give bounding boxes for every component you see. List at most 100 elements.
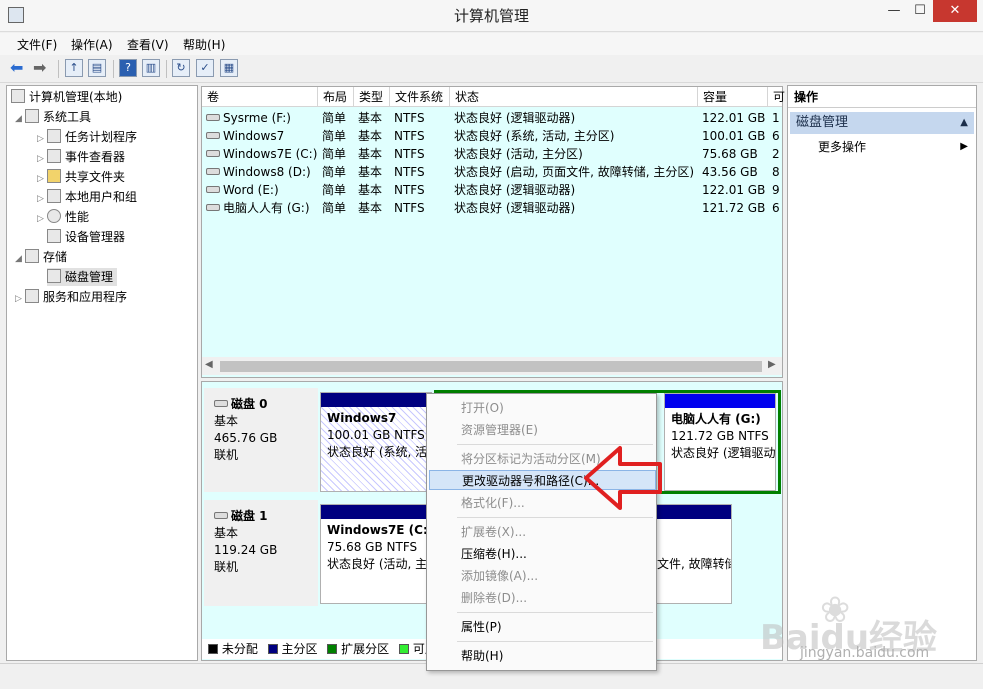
refresh-icon[interactable]: ↻ — [172, 59, 190, 77]
menu-view[interactable]: 查看(V) — [127, 36, 169, 54]
menu-item-explorer[interactable]: 资源管理器(E) — [427, 420, 656, 440]
collapse-icon[interactable]: ▲ — [960, 112, 968, 134]
forward-icon[interactable]: ➡ — [33, 60, 51, 76]
menu-item-extend-volume[interactable]: 扩展卷(X)... — [427, 522, 656, 542]
collapsed-arrow-icon[interactable]: ▷ — [37, 210, 47, 228]
close-button[interactable]: ✕ — [933, 0, 977, 22]
volume-row[interactable]: Windows7 简单 基本 NTFS 状态良好 (系统, 活动, 主分区) 100.01… — [202, 127, 782, 145]
legend-label: 扩展分区 — [341, 642, 390, 656]
menu-item-delete-volume[interactable]: 删除卷(D)... — [427, 588, 656, 608]
cell-type: 基本 — [354, 163, 390, 181]
clock-icon — [47, 129, 61, 143]
menu-help[interactable]: 帮助(H) — [183, 36, 225, 54]
menu-bar: 文件(F) 操作(A) 查看(V) 帮助(H) — [0, 33, 983, 55]
partition-g-drive[interactable]: 电脑人人有 (G:) 121.72 GB NTFS 状态良好 (逻辑驱动 — [664, 393, 776, 491]
window-title: 计算机管理 — [453, 7, 529, 25]
horizontal-scrollbar[interactable]: ◀ ▶ — [202, 357, 782, 375]
volume-row[interactable]: Windows8 (D:) 简单 基本 NTFS 状态良好 (启动, 页面文件, 故障转… — [202, 163, 782, 181]
column-header-status[interactable]: 状态 — [450, 87, 698, 107]
menu-item-shrink-volume[interactable]: 压缩卷(H)... — [427, 544, 656, 564]
cell-free: 9 — [768, 181, 782, 199]
menu-item-help[interactable]: 帮助(H) — [427, 646, 656, 666]
cell-status: 状态良好 (启动, 页面文件, 故障转储, 主分区) — [450, 163, 698, 181]
volume-row[interactable]: Sysrme (F:) 简单 基本 NTFS 状态良好 (逻辑驱动器) 122.01 GB… — [202, 109, 782, 127]
cell-text: 122.01 GB — [702, 111, 766, 125]
scroll-right-icon[interactable]: ▶ — [768, 359, 776, 370]
cell-text: NTFS — [394, 147, 425, 161]
column-header-free[interactable]: 可 — [768, 87, 785, 107]
minimize-button[interactable]: — — [880, 0, 908, 22]
up-folder-icon[interactable]: ↑ — [65, 59, 83, 77]
tree-item-event-viewer[interactable]: ▷ 事件查看器 — [37, 148, 125, 166]
disk-0-label[interactable]: 磁盘 0 基本 465.76 GB 联机 — [204, 388, 318, 492]
actions-section-disk-management[interactable]: 磁盘管理 ▲ — [790, 112, 974, 134]
column-header-filesystem[interactable]: 文件系统 — [390, 87, 450, 107]
cell-filesystem: NTFS — [390, 127, 450, 145]
tree-label: 本地用户和组 — [65, 190, 138, 204]
collapsed-arrow-icon[interactable]: ▷ — [37, 130, 47, 148]
column-header-capacity[interactable]: 容量 — [698, 87, 768, 107]
partition-type-bar — [665, 394, 775, 408]
back-icon[interactable]: ⬅ — [10, 60, 28, 76]
tree-item-performance[interactable]: ▷ 性能 — [37, 208, 89, 226]
menu-item-properties[interactable]: 属性(P) — [427, 617, 656, 637]
cell-text: 121.72 GB — [702, 201, 766, 215]
scrollbar-thumb[interactable] — [220, 361, 762, 372]
volume-row[interactable]: Word (E:) 简单 基本 NTFS 状态良好 (逻辑驱动器) 122.01 GB 9 — [202, 181, 782, 199]
collapsed-arrow-icon[interactable]: ▷ — [37, 150, 47, 168]
partition-windows7[interactable]: Windows7 100.01 GB NTFS 状态良好 (系统, 活 — [320, 392, 432, 492]
tree-item-disk-management[interactable]: 磁盘管理 — [47, 268, 118, 286]
partition-size: 100.01 GB NTFS — [327, 428, 425, 442]
cell-text: NTFS — [394, 165, 425, 179]
menu-item-open[interactable]: 打开(O) — [427, 398, 656, 418]
menu-file[interactable]: 文件(F) — [17, 36, 57, 54]
cell-text: 基本 — [358, 129, 383, 143]
expanded-arrow-icon[interactable]: ◢ — [15, 250, 25, 268]
partition-title: Windows7 — [327, 411, 397, 425]
tree-item-storage[interactable]: ◢ 存储 — [15, 248, 67, 266]
column-header-layout[interactable]: 布局 — [318, 87, 354, 107]
disk-1-label[interactable]: 磁盘 1 基本 119.24 GB 联机 — [204, 500, 318, 606]
tree-item-local-users[interactable]: ▷ 本地用户和组 — [37, 188, 137, 206]
disk-icon[interactable]: ▦ — [220, 59, 238, 77]
tree-item-task-scheduler[interactable]: ▷ 任务计划程序 — [37, 128, 137, 146]
tree-label: 系统工具 — [43, 110, 92, 124]
menu-action[interactable]: 操作(A) — [71, 36, 113, 54]
volume-row[interactable]: 电脑人人有 (G:) 简单 基本 NTFS 状态良好 (逻辑驱动器) 121.72 GB 6 — [202, 199, 782, 217]
cell-text: Windows7E (C:) — [223, 147, 318, 161]
column-header-type[interactable]: 类型 — [354, 87, 390, 107]
drive-icon — [206, 150, 220, 157]
help-icon[interactable]: ? — [119, 59, 137, 77]
collapsed-arrow-icon[interactable]: ▷ — [37, 190, 47, 208]
tree-item-root[interactable]: 计算机管理(本地) — [11, 88, 122, 106]
disk-name: 磁盘 1 — [231, 509, 268, 523]
more-actions-item[interactable]: 更多操作 ▶ — [818, 138, 968, 156]
show-hide-tree-icon[interactable]: ▤ — [88, 59, 106, 77]
cell-text: 状态良好 (逻辑驱动器) — [454, 111, 576, 125]
menu-item-add-mirror[interactable]: 添加镜像(A)... — [427, 566, 656, 586]
cell-text: 8 — [772, 165, 780, 179]
collapsed-arrow-icon[interactable]: ▷ — [15, 290, 25, 308]
toolbar-separator — [58, 60, 59, 78]
show-action-pane-icon[interactable]: ▥ — [142, 59, 160, 77]
collapsed-arrow-icon[interactable]: ▷ — [37, 170, 47, 188]
cell-text: Windows8 (D:) — [223, 165, 311, 179]
partition-c-drive[interactable]: Windows7E (C:) 75.68 GB NTFS 状态良好 (活动, 主 — [320, 504, 432, 604]
scroll-left-icon[interactable]: ◀ — [205, 359, 213, 370]
maximize-button[interactable]: ☐ — [906, 0, 934, 22]
tree-item-services-apps[interactable]: ▷ 服务和应用程序 — [15, 288, 127, 306]
toolbar: ⬅ ➡ ↑ ▤ ? ▥ ↻ ✓ ▦ — [0, 55, 983, 83]
volume-row[interactable]: Windows7E (C:) 简单 基本 NTFS 状态良好 (活动, 主分区) 75.6… — [202, 145, 782, 163]
tree-item-shared-folders[interactable]: ▷ 共享文件夹 — [37, 168, 125, 186]
legend-label: 未分配 — [221, 642, 258, 656]
tree-item-system-tools[interactable]: ◢ 系统工具 — [15, 108, 91, 126]
column-header-volume[interactable]: 卷 — [202, 87, 318, 107]
disk-1-title: 磁盘 1 — [214, 508, 318, 525]
disk-state: 联机 — [214, 448, 239, 462]
toolbar-separator — [166, 60, 167, 78]
expanded-arrow-icon[interactable]: ◢ — [15, 110, 25, 128]
cell-text: 简单 — [322, 129, 347, 143]
tree-label: 计算机管理(本地) — [29, 90, 123, 104]
properties-icon[interactable]: ✓ — [196, 59, 214, 77]
tree-item-device-manager[interactable]: 设备管理器 — [47, 228, 125, 246]
